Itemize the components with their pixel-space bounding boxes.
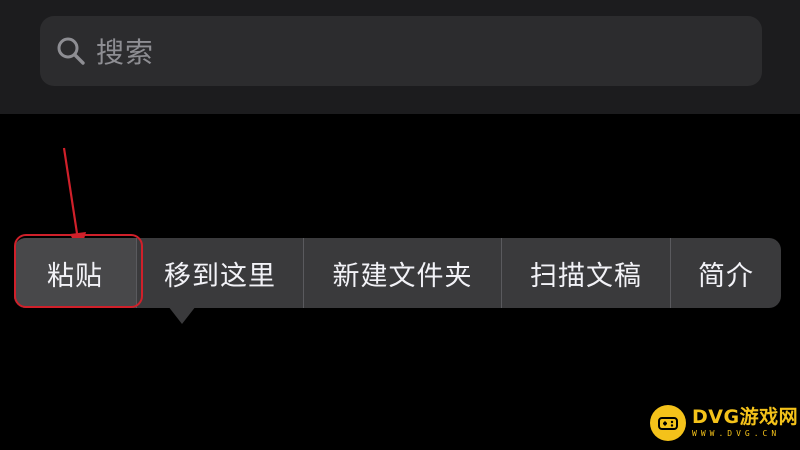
watermark-subtitle: WWW.DVG.CN (692, 429, 781, 438)
menu-pointer (168, 306, 196, 324)
page: 搜索 粘贴 移到这里 新建文件夹 扫描文稿 简介 DVG游戏网 WWW.DVG.… (0, 0, 800, 450)
header-area: 搜索 (0, 0, 800, 114)
watermark-text: DVG游戏网 WWW.DVG.CN (692, 408, 798, 438)
menu-item-scan-documents[interactable]: 扫描文稿 (502, 238, 670, 308)
gamepad-icon (650, 405, 686, 441)
search-bar[interactable]: 搜索 (40, 16, 762, 86)
menu-item-move-here[interactable]: 移到这里 (137, 238, 303, 308)
search-input[interactable]: 搜索 (96, 31, 154, 71)
menu-item-info[interactable]: 简介 (671, 238, 781, 308)
menu-item-new-folder[interactable]: 新建文件夹 (304, 238, 501, 308)
search-icon (56, 36, 86, 66)
highlight-box (14, 234, 143, 308)
watermark: DVG游戏网 WWW.DVG.CN (650, 400, 798, 446)
watermark-title: DVG游戏网 (692, 406, 799, 428)
